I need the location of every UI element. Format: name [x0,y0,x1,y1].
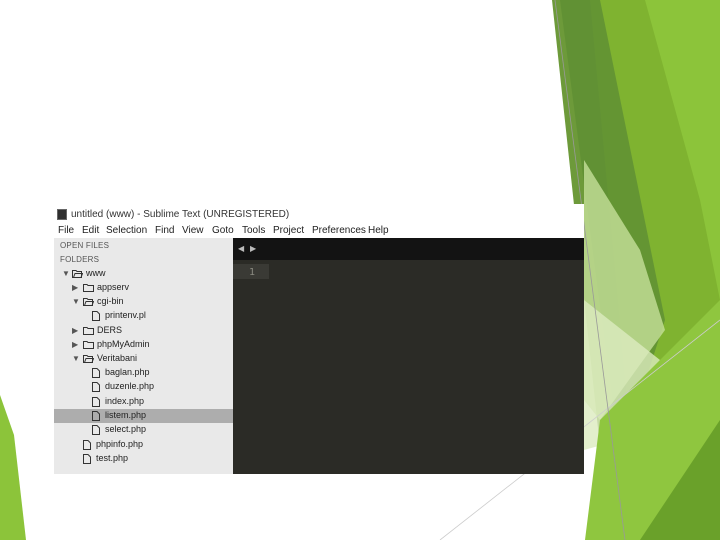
file-icon [92,411,101,421]
sidebar: OPEN FILES FOLDERS ▼ www ▶ appserv ▼ cgi… [54,238,233,474]
tree-item-label: select.php [105,424,147,434]
tree-item-appserv[interactable]: ▶ appserv [54,281,233,295]
file-icon [92,368,101,378]
tree-item-duzenle[interactable]: duzenle.php [54,380,233,394]
folder-open-icon [83,354,94,363]
menu-help[interactable]: Help [368,225,389,236]
tree-item-cgi-bin[interactable]: ▼ cgi-bin [54,295,233,309]
folder-icon [83,326,94,335]
tree-item-www[interactable]: ▼ www [54,267,233,281]
editor-pane[interactable]: ◀ ▶ 1 [233,238,584,474]
menu-view[interactable]: View [182,225,204,236]
tree-item-phpinfo[interactable]: phpinfo.php [54,438,233,452]
chevron-right-icon[interactable]: ▶ [72,283,78,292]
menu-bar: File Edit Selection Find View Goto Tools… [54,224,584,238]
menu-edit[interactable]: Edit [82,225,99,236]
tree-item-label: printenv.pl [105,310,146,320]
tree-item-select[interactable]: select.php [54,423,233,437]
menu-preferences[interactable]: Preferences [312,225,366,236]
chevron-down-icon[interactable]: ▼ [72,354,80,363]
file-icon [83,454,92,464]
folders-header: FOLDERS [60,255,100,264]
menu-tools[interactable]: Tools [242,225,265,236]
green-shape [0,395,26,540]
folder-icon [83,340,94,349]
tree-item-label: DERS [97,325,123,335]
tree-item-label: test.php [96,453,129,463]
tree-item-label: baglan.php [105,367,150,377]
tree-item-label: phpinfo.php [96,439,144,449]
folder-open-icon [72,269,83,278]
menu-find[interactable]: Find [155,225,174,236]
tab-scroll-left-icon[interactable]: ◀ [238,244,244,253]
file-icon [92,311,101,321]
tab-scroll-right-icon[interactable]: ▶ [250,244,256,253]
window-title: untitled (www) - Sublime Text (UNREGISTE… [71,209,290,220]
open-files-header[interactable]: OPEN FILES [60,241,109,250]
tree-item-phpmyadmin[interactable]: ▶ phpMyAdmin [54,338,233,352]
tree-item-ders[interactable]: ▶ DERS [54,324,233,338]
folder-icon [83,283,94,292]
file-icon [92,397,101,407]
tree-item-veritabani[interactable]: ▼ Veritabani [54,352,233,366]
menu-goto[interactable]: Goto [212,225,234,236]
tab-bar: ◀ ▶ [233,238,584,260]
sublime-text-window: untitled (www) - Sublime Text (UNREGISTE… [54,204,584,474]
tree-item-listem[interactable]: listem.php [54,409,233,423]
tree-item-baglan[interactable]: baglan.php [54,366,233,380]
file-icon [92,425,101,435]
tree-item-label: phpMyAdmin [97,339,150,349]
tree-item-label: www [86,268,106,278]
tree-item-label: duzenle.php [105,381,155,391]
chevron-right-icon[interactable]: ▶ [72,326,78,335]
tree-item-label: listem.php [105,410,147,420]
menu-file[interactable]: File [58,225,74,236]
tree-item-label: cgi-bin [97,296,124,306]
tree-item-printenv[interactable]: printenv.pl [54,309,233,323]
tree-item-label: appserv [97,282,130,292]
title-bar: untitled (www) - Sublime Text (UNREGISTE… [54,204,584,224]
chevron-right-icon[interactable]: ▶ [72,340,78,349]
tree-item-test[interactable]: test.php [54,452,233,466]
folder-open-icon [83,297,94,306]
file-icon [83,440,92,450]
sublime-app-icon [57,209,67,220]
tree-item-index[interactable]: index.php [54,395,233,409]
menu-selection[interactable]: Selection [106,225,147,236]
line-number: 1 [249,267,256,278]
menu-project[interactable]: Project [273,225,304,236]
chevron-down-icon[interactable]: ▼ [72,297,80,306]
tree-item-label: Veritabani [97,353,138,363]
tree-item-label: index.php [105,396,145,406]
chevron-down-icon[interactable]: ▼ [62,269,70,278]
file-icon [92,382,101,392]
